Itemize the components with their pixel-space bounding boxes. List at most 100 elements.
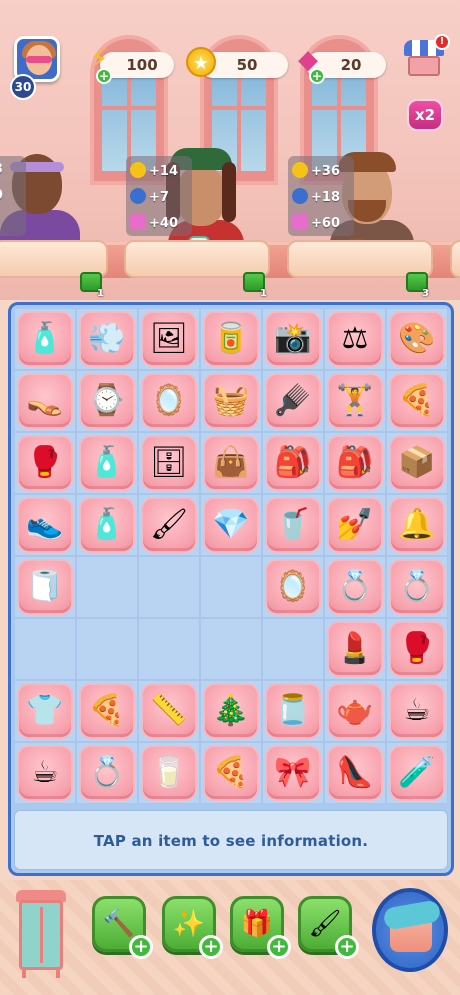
board-cell[interactable]: 🔔 xyxy=(386,494,448,556)
board-cell[interactable] xyxy=(200,618,262,680)
board-cell[interactable]: 🖼 xyxy=(138,308,200,370)
board-cell[interactable]: 🥫 xyxy=(200,308,262,370)
hairbrush-icon[interactable]: 🪮 xyxy=(274,386,311,416)
outfit-button[interactable] xyxy=(372,888,448,972)
protein-shaker-icon[interactable]: 🥤 xyxy=(274,510,311,540)
brush-tool-button[interactable]: 🖌 + xyxy=(298,896,359,959)
high-heels-icon[interactable]: 👠 xyxy=(336,758,373,788)
scale-icon[interactable]: ⚖ xyxy=(342,324,369,354)
board-cell[interactable]: 👡 xyxy=(14,370,76,432)
hammer-tool-button[interactable]: 🔨 + xyxy=(92,896,153,959)
add-brush-button[interactable]: + xyxy=(335,935,359,959)
board-cell[interactable]: 🏋 xyxy=(324,370,386,432)
board-cell[interactable]: 🥊 xyxy=(386,618,448,680)
board-cell[interactable]: 💨 xyxy=(76,308,138,370)
boxing-gloves-icon[interactable]: 🥊 xyxy=(26,448,63,478)
board-cell[interactable]: 💍 xyxy=(76,742,138,804)
board-cell[interactable]: 💎 xyxy=(200,494,262,556)
food-jar-icon[interactable]: 🫙 xyxy=(274,696,311,726)
board-cell[interactable]: 🎒 xyxy=(324,432,386,494)
board-cell[interactable]: 👕 xyxy=(14,680,76,742)
board-cell[interactable]: 👠 xyxy=(324,742,386,804)
tshirt-icon[interactable]: 👕 xyxy=(26,696,63,726)
multiplier-button[interactable]: x2 xyxy=(407,99,443,131)
earrings-icon[interactable]: 💍 xyxy=(336,572,373,602)
board-cell[interactable]: 🪞 xyxy=(138,370,200,432)
kettlebell-icon[interactable]: 🔔 xyxy=(398,510,435,540)
mystery-box-tool-button[interactable]: 🎁 + xyxy=(230,896,291,959)
yoga-mat-icon[interactable]: 🧻 xyxy=(26,572,63,602)
pizza-box-icon[interactable]: 🍕 xyxy=(212,758,249,788)
board-cell[interactable]: 🫖 xyxy=(324,680,386,742)
makeup-brush-icon[interactable]: 🖌 xyxy=(150,510,188,540)
board-cell[interactable]: 🧴 xyxy=(76,494,138,556)
box-icon[interactable]: 📦 xyxy=(398,448,435,478)
board-cell[interactable]: 🥤 xyxy=(262,494,324,556)
christmas-tree-icon[interactable]: 🎄 xyxy=(212,696,249,726)
lotion-bottle-icon[interactable]: 🧴 xyxy=(88,448,125,478)
gem-add-button[interactable]: + xyxy=(309,68,325,84)
backpack-icon[interactable]: 🎒 xyxy=(274,448,311,478)
bow-tie-icon[interactable]: 🎀 xyxy=(274,758,311,788)
perfume-icon[interactable]: 🧪 xyxy=(398,758,435,788)
add-hammer-button[interactable]: + xyxy=(129,935,153,959)
board-cell[interactable]: 📦 xyxy=(386,432,448,494)
tape-icon[interactable]: 📏 xyxy=(150,696,187,726)
board-cell[interactable]: ☕ xyxy=(14,742,76,804)
board-cell[interactable]: 💄 xyxy=(324,618,386,680)
board-cell[interactable]: ⚖ xyxy=(324,308,386,370)
board-cell[interactable]: 🧴 xyxy=(14,308,76,370)
jewelry-box-icon[interactable]: 💎 xyxy=(212,510,249,540)
compact-mirror-icon[interactable]: 🪞 xyxy=(150,386,187,416)
board-cell[interactable]: 🍕 xyxy=(76,680,138,742)
shop-button[interactable]: ! xyxy=(402,34,450,80)
board-cell[interactable]: 💅 xyxy=(324,494,386,556)
add-mystery-box-button[interactable]: + xyxy=(267,935,291,959)
board-cell[interactable]: 🎨 xyxy=(386,308,448,370)
cup-icon[interactable]: 🥛 xyxy=(150,758,187,788)
board-cell[interactable]: 💍 xyxy=(386,556,448,618)
board-cell[interactable] xyxy=(262,618,324,680)
ring-icon[interactable]: 💍 xyxy=(88,758,125,788)
board-cell[interactable] xyxy=(76,556,138,618)
board-cell[interactable]: 🪮 xyxy=(262,370,324,432)
smartwatch-icon[interactable]: ⌚ xyxy=(88,386,125,416)
board-cell[interactable]: 💍 xyxy=(324,556,386,618)
pizza-icon[interactable]: 🍕 xyxy=(398,386,435,416)
board-cell[interactable]: 👜 xyxy=(200,432,262,494)
board-cell[interactable]: 🧴 xyxy=(76,432,138,494)
boxing-gloves-icon[interactable]: 🥊 xyxy=(398,634,435,664)
board-cell[interactable]: 🫙 xyxy=(262,680,324,742)
bag-icon[interactable]: 👜 xyxy=(212,448,249,478)
pizza-icon[interactable]: 🍕 xyxy=(88,696,125,726)
board-cell[interactable] xyxy=(138,556,200,618)
board-cell[interactable]: 🗄 xyxy=(138,432,200,494)
coffee-cup-icon[interactable]: ☕ xyxy=(32,758,59,788)
compact-mirror-icon[interactable]: 🪞 xyxy=(274,572,311,602)
coffee-cup-icon[interactable]: ☕ xyxy=(404,696,431,726)
mouthwash-icon[interactable]: 🧴 xyxy=(26,324,63,354)
hair-dryer-icon[interactable]: 💨 xyxy=(88,324,125,354)
compact-powder-icon[interactable]: 🥫 xyxy=(212,324,249,354)
board-cell[interactable] xyxy=(138,618,200,680)
magic-wand-tool-button[interactable]: ✨ + xyxy=(162,896,223,959)
dresser-icon[interactable]: 🗄 xyxy=(150,448,188,478)
teapot-icon[interactable]: 🫖 xyxy=(336,696,373,726)
energy-add-button[interactable]: + xyxy=(96,68,112,84)
board-cell[interactable]: 🎄 xyxy=(200,680,262,742)
board-cell[interactable] xyxy=(14,618,76,680)
board-cell[interactable]: 📏 xyxy=(138,680,200,742)
clogs-icon[interactable]: 👡 xyxy=(26,386,63,416)
add-magic-wand-button[interactable]: + xyxy=(199,935,223,959)
earrings-icon[interactable]: 💍 xyxy=(398,572,435,602)
board-cell[interactable]: 🎀 xyxy=(262,742,324,804)
board-cell[interactable] xyxy=(200,556,262,618)
towels-icon[interactable]: 🧺 xyxy=(212,386,249,416)
board-cell[interactable]: 🥛 xyxy=(138,742,200,804)
board-cell[interactable]: 🍕 xyxy=(386,370,448,432)
sunscreen-icon[interactable]: 🧴 xyxy=(88,510,125,540)
board-cell[interactable]: 🧪 xyxy=(386,742,448,804)
backpack-icon[interactable]: 🎒 xyxy=(336,448,373,478)
board-cell[interactable]: 🥊 xyxy=(14,432,76,494)
dumbbell-icon[interactable]: 🏋 xyxy=(336,386,373,416)
